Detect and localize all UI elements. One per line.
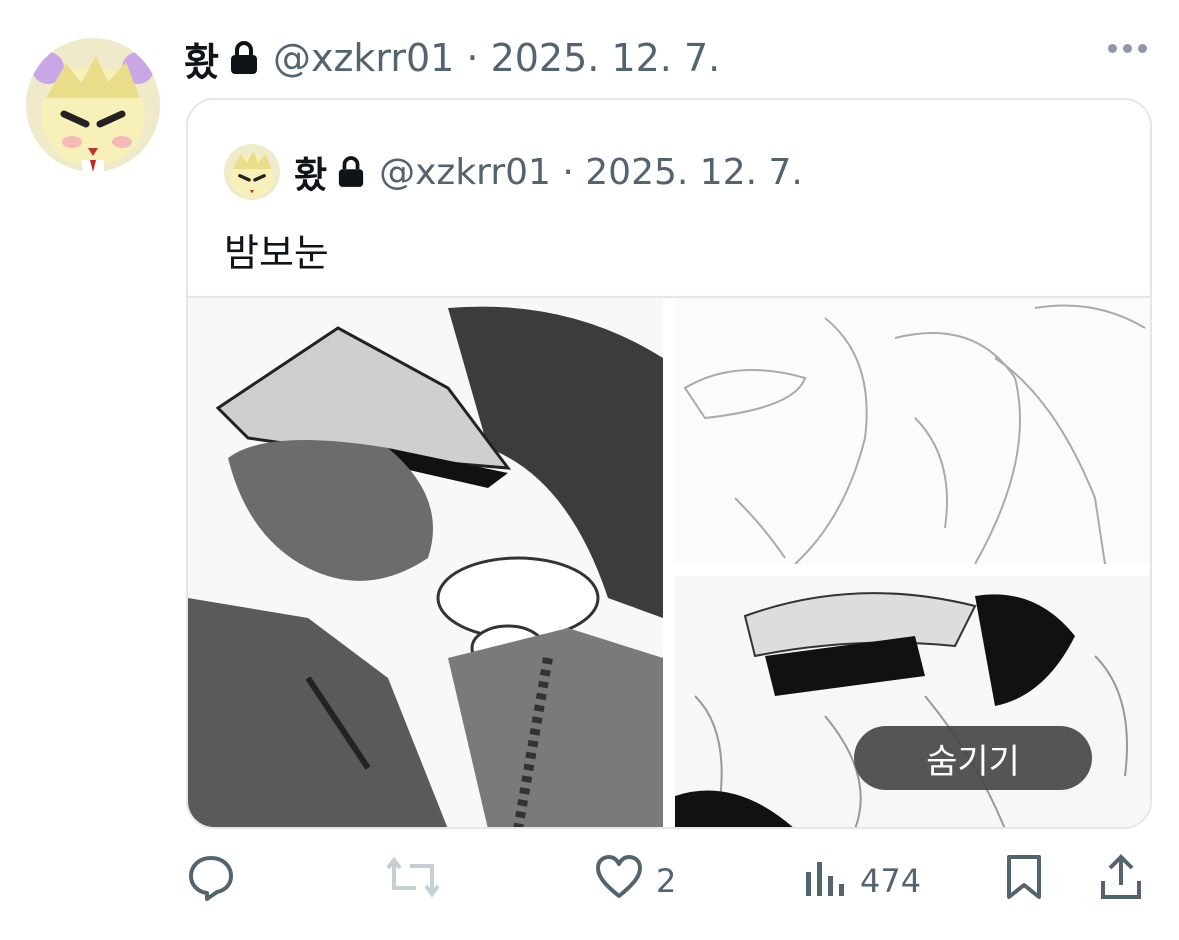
- lock-icon: [229, 41, 259, 75]
- heart-icon: [594, 854, 644, 908]
- quoted-avatar: [224, 144, 280, 200]
- media-image-1[interactable]: [188, 298, 663, 827]
- more-dots-icon[interactable]: [1108, 44, 1147, 53]
- quoted-handle-date: @xzkrr01 · 2025. 12. 7.: [379, 151, 803, 193]
- quoted-header: 홨 @xzkrr01 · 2025. 12. 7.: [224, 144, 803, 200]
- tweet-action-bar: 2 474: [0, 846, 1179, 916]
- avatar-illustration: [26, 38, 160, 172]
- views-count: 474: [860, 862, 922, 900]
- quoted-tweet-card[interactable]: 홨 @xzkrr01 · 2025. 12. 7. 밤보눈 숨기기: [186, 98, 1152, 829]
- lock-icon: [337, 156, 365, 188]
- retweet-icon: [386, 852, 440, 910]
- views-button[interactable]: 474: [802, 846, 921, 916]
- author-handle-date[interactable]: @xzkrr01 · 2025. 12. 7.: [273, 36, 720, 80]
- quoted-author-name: 홨: [294, 155, 328, 196]
- bookmark-icon: [1004, 853, 1044, 909]
- share-icon: [1098, 853, 1144, 909]
- tweet-header: 홨 @xzkrr01 · 2025. 12. 7.: [184, 30, 720, 86]
- media-grid: 숨기기: [188, 296, 1150, 827]
- retweet-button[interactable]: [386, 846, 440, 916]
- views-icon: [802, 854, 848, 908]
- author-avatar[interactable]: [26, 38, 160, 172]
- hide-media-button[interactable]: 숨기기: [854, 726, 1092, 790]
- author-name[interactable]: 홨: [184, 31, 219, 86]
- reply-icon: [186, 852, 236, 910]
- reply-button[interactable]: [186, 846, 236, 916]
- media-image-3[interactable]: [675, 576, 1150, 827]
- like-button[interactable]: 2: [594, 846, 676, 916]
- like-count: 2: [656, 862, 677, 900]
- quoted-text: 밤보눈: [224, 231, 329, 275]
- media-image-2[interactable]: [675, 298, 1150, 565]
- bookmark-button[interactable]: [1004, 846, 1044, 916]
- share-button[interactable]: [1098, 846, 1144, 916]
